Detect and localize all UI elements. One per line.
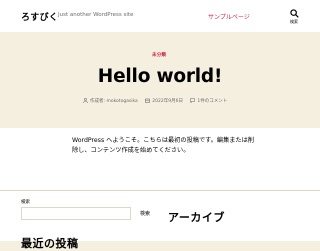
nav-item-sample-page[interactable]: サンプルページ — [208, 12, 250, 21]
search-input[interactable] — [21, 207, 131, 220]
post-body-text: WordPress へようこそ。こちらは最初の投稿です。編集または削除し、コンテ… — [72, 137, 255, 155]
post-comments: 1件のコメント — [190, 98, 227, 104]
site-header: ろすびく Just another WordPress site サンプルページ… — [0, 0, 320, 32]
comments-link[interactable]: 1件のコメント — [197, 99, 227, 104]
recent-posts-heading: 最近の投稿 — [21, 237, 79, 250]
search-toggle-button[interactable]: 検索 — [287, 9, 301, 29]
author-prefix: 作成者: — [90, 99, 106, 104]
author-name-link[interactable]: mokotogasika — [106, 99, 137, 104]
post-content: WordPress へようこそ。こちらは最初の投稿です。編集または削除し、コンテ… — [0, 128, 320, 192]
widget-area: 検索 検索 アーカイブ 最近の投稿 — [0, 190, 320, 250]
post-header: 未分類 Hello world! 作成者: mokotogasika 2022年… — [0, 32, 320, 128]
search-submit-button[interactable]: 検索 — [134, 207, 156, 220]
post-date: 2022年9月6日 — [145, 98, 184, 104]
site-title-link[interactable]: ろすびく — [21, 10, 58, 23]
archive-heading: アーカイブ — [168, 211, 225, 224]
post-title[interactable]: Hello world! — [0, 66, 320, 87]
search-widget-label: 検索 — [21, 200, 30, 205]
search-toggle-label: 検索 — [290, 19, 298, 24]
post-author: 作成者: mokotogasika — [83, 98, 139, 104]
post-category-link[interactable]: 未分類 — [152, 52, 166, 58]
calendar-icon — [145, 98, 151, 103]
site-tagline: Just another WordPress site — [58, 12, 134, 18]
comment-icon — [190, 98, 196, 104]
author-icon — [83, 98, 88, 104]
search-icon — [289, 9, 299, 18]
post-date-link[interactable]: 2022年9月6日 — [152, 99, 183, 104]
post-meta: 作成者: mokotogasika 2022年9月6日 1件のコメント — [83, 98, 233, 104]
